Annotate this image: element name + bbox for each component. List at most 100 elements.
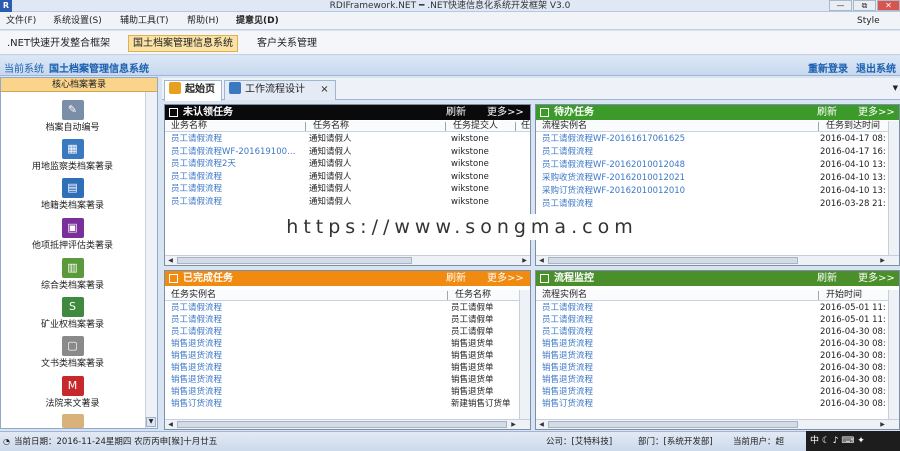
table-cell: wikstone [451, 159, 489, 169]
table-row[interactable]: 员工请假流程WF-201619100…通知请假人wikstone20 [165, 146, 515, 158]
table-row[interactable]: 员工请假流程 2016-03-28 21:44 [536, 198, 886, 210]
module-tab-crm[interactable]: 客户关系管理 [252, 35, 322, 52]
table-cell: 员工请假流程 [542, 327, 594, 337]
vertical-scrollbar[interactable] [519, 290, 530, 420]
horizontal-scrollbar[interactable]: ◀ ▶ [165, 419, 530, 429]
scroll-down-icon[interactable]: ▼ [146, 417, 156, 427]
refresh-link[interactable]: 刷新 [446, 105, 466, 120]
table-row[interactable]: 员工请假流程通知请假人wikstone20 [165, 133, 515, 145]
sidebar-item-cadastral[interactable]: ▤ 地籍类档案著录 [1, 178, 144, 213]
sidebar-item-general[interactable]: ▥ 综合类档案著录 [1, 258, 144, 293]
table-row[interactable]: 员工请假流程通知请假人wikstone20 [165, 196, 515, 208]
table-row[interactable]: 员工请假流程通知请假人wikstone20 [165, 183, 515, 195]
sidebar-header[interactable]: 核心档案著录 [1, 78, 157, 92]
column-header[interactable]: 任务名称 [455, 290, 491, 301]
table-cell: 2016-04-30 08: [820, 327, 886, 337]
vertical-scrollbar[interactable] [888, 121, 899, 256]
column-header[interactable]: 任务名称 [313, 121, 349, 132]
module-tab-dotnet[interactable]: .NET快速开发整合框架 [2, 35, 115, 52]
current-user-label: 当前用户：超 [733, 437, 785, 447]
table-cell: 采购收货流程WF-20162010012021 [542, 173, 686, 183]
table-row[interactable]: 员工请假流程通知请假人wikstone20 [165, 171, 515, 183]
module-tab-land-archive[interactable]: 国土档案管理信息系统 [128, 35, 238, 52]
menu-settings[interactable]: 系统设置(S) [53, 15, 102, 27]
sidebar-scrollbar[interactable] [145, 92, 157, 428]
column-header[interactable]: 任务实例名 [171, 290, 216, 301]
more-link[interactable]: 更多>> [858, 105, 895, 120]
table-row[interactable]: 销售退货流程 2016-04-30 08: [536, 362, 886, 374]
ime-toolbar[interactable]: 中 ☾ ♪ ⌨ ✦ [806, 431, 900, 451]
more-link[interactable]: 更多>> [487, 105, 524, 120]
style-menu[interactable]: Style [857, 15, 880, 27]
done-icon [169, 274, 178, 283]
table-row[interactable]: 销售退货流程 销售退货单 [165, 338, 515, 350]
tab-dropdown-icon[interactable]: ▼ [893, 84, 898, 92]
sidebar-item-land-monitor[interactable]: ▦ 用地监察类档案著录 [1, 139, 144, 174]
column-header[interactable]: 流程实例名 [542, 290, 587, 301]
sidebar-item-mining[interactable]: S 矿业权档案著录 [1, 297, 144, 332]
horizontal-scrollbar[interactable]: ◀ ▶ [536, 255, 899, 265]
table-row[interactable]: 销售退货流程 销售退货单 [165, 386, 515, 398]
more-link[interactable]: 更多>> [487, 271, 524, 286]
table-row[interactable]: 员工请假流程 2016-04-30 08: [536, 326, 886, 338]
table-row[interactable]: 员工请假流程2天通知请假人wikstone20 [165, 158, 515, 170]
relogin-link[interactable]: 重新登录 [808, 60, 848, 75]
column-header[interactable]: 业务名称 [171, 121, 207, 132]
column-header[interactable]: 任 [521, 121, 530, 132]
close-button[interactable]: ✕ [877, 0, 900, 11]
sidebar-item-auto-number[interactable]: ✎ 档案自动编号 [1, 100, 144, 135]
table-cell: 员工请假单 [451, 303, 494, 313]
sidebar-item-box[interactable] [1, 414, 144, 428]
sidebar-item-documents[interactable]: ▢ 文书类档案著录 [1, 336, 144, 371]
table-row[interactable]: 销售订货流程 新建销售订货单 [165, 398, 515, 410]
tab-start-page[interactable]: 起始页 [164, 80, 222, 101]
table-row[interactable]: 采购收货流程WF-20162010012021 2016-04-10 13:20 [536, 172, 886, 184]
table-row[interactable]: 销售退货流程 2016-04-30 08: [536, 374, 886, 386]
table-row[interactable]: 销售退货流程 2016-04-30 08: [536, 350, 886, 362]
table-row[interactable]: 销售退货流程 2016-04-30 08: [536, 338, 886, 350]
column-headers: 流程实例名 开始时间 [536, 290, 899, 301]
module-bar: .NET快速开发整合框架 国土档案管理信息系统 客户关系管理 [0, 31, 900, 55]
table-row[interactable]: 员工请假流程 员工请假单 [165, 314, 515, 326]
current-system-label: 当前系统 [4, 64, 44, 75]
table-row[interactable]: 销售退货流程 销售退货单 [165, 350, 515, 362]
table-row[interactable]: 员工请假流程WF-20162010012048 2016-04-10 13:21 [536, 159, 886, 171]
horizontal-scrollbar[interactable]: ◀ ▶ [165, 255, 530, 265]
table-row[interactable]: 员工请假流程WF-20161617061625 2016-04-17 08:31 [536, 133, 886, 145]
horizontal-scrollbar[interactable]: ◀ ▶ [536, 419, 899, 429]
refresh-link[interactable]: 刷新 [446, 271, 466, 286]
table-row[interactable]: 员工请假流程 员工请假单 [165, 326, 515, 338]
logout-link[interactable]: 退出系统 [856, 60, 896, 75]
refresh-link[interactable]: 刷新 [817, 271, 837, 286]
panel-header: 已完成任务 刷新 更多>> [165, 271, 530, 286]
column-header[interactable]: 任务到达时间 [826, 121, 880, 132]
table-row[interactable]: 销售退货流程 销售退货单 [165, 374, 515, 386]
sidebar-item-mortgage[interactable]: ▣ 他项抵押评估类著录 [1, 218, 144, 253]
refresh-link[interactable]: 刷新 [817, 105, 837, 120]
sidebar-item-court[interactable]: M 法院来文著录 [1, 376, 144, 411]
panel-header: 流程监控 刷新 更多>> [536, 271, 899, 286]
menu-feedback[interactable]: 提意见(D) [236, 15, 279, 27]
menu-help[interactable]: 帮助(H) [187, 15, 219, 27]
close-tab-icon[interactable]: × [320, 84, 328, 95]
table-row[interactable]: 采购订货流程WF-20162010012010 2016-04-10 13:20 [536, 185, 886, 197]
restore-button[interactable]: ⧉ [853, 0, 876, 11]
tab-workflow-design[interactable]: 工作流程设计 × [224, 80, 336, 100]
table-row[interactable]: 员工请假流程 员工请假单 [165, 302, 515, 314]
table-row[interactable]: 销售订货流程 2016-04-30 08: [536, 398, 886, 410]
table-row[interactable]: 销售退货流程 销售退货单 [165, 362, 515, 374]
table-row[interactable]: 销售退货流程 2016-04-30 08: [536, 386, 886, 398]
table-row[interactable]: 员工请假流程 2016-05-01 11: [536, 314, 886, 326]
column-header[interactable]: 开始时间 [826, 290, 862, 301]
menu-tools[interactable]: 辅助工具(T) [120, 15, 169, 27]
table-cell: 员工请假流程 [171, 327, 223, 337]
menu-file[interactable]: 文件(F) [6, 15, 36, 27]
minimize-button[interactable]: — [829, 0, 852, 11]
vertical-scrollbar[interactable] [888, 290, 899, 420]
column-header[interactable]: 任务提交人 [453, 121, 498, 132]
more-link[interactable]: 更多>> [858, 271, 895, 286]
column-header[interactable]: 流程实例名 [542, 121, 587, 132]
table-row[interactable]: 员工请假流程 2016-04-17 16:55 [536, 146, 886, 158]
table-row[interactable]: 员工请假流程 2016-05-01 11: [536, 302, 886, 314]
table-cell: 2016-05-01 11: [820, 303, 886, 313]
